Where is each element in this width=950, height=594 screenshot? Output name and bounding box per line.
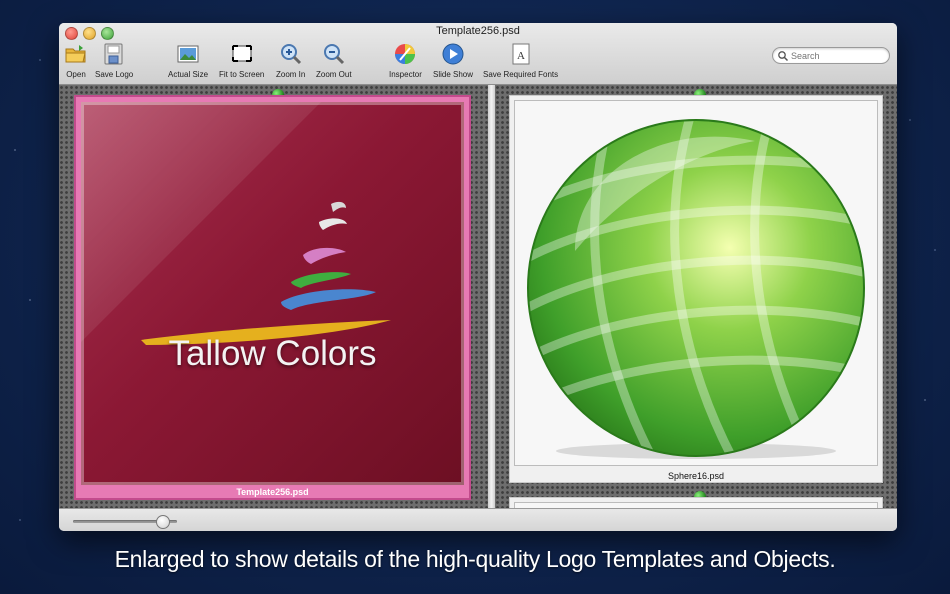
- object-filename: Sphere16.psd: [667, 471, 725, 481]
- zoom-in-button[interactable]: Zoom In: [276, 42, 305, 79]
- window-title: Template256.psd: [436, 25, 520, 37]
- zoom-out-button[interactable]: Zoom Out: [316, 42, 352, 79]
- sphere-object-preview: [514, 100, 878, 466]
- play-icon: [442, 43, 464, 65]
- save-required-fonts-button[interactable]: A Save Required Fonts: [483, 42, 558, 79]
- fit-to-screen-button[interactable]: Fit to Screen: [219, 42, 264, 79]
- green-sphere-image: [527, 119, 865, 459]
- toolbar: Open Save Logo Actual Size Fit to Screen…: [59, 42, 897, 82]
- logo-title-text: Tallow Colors: [168, 334, 377, 373]
- search-input[interactable]: [789, 50, 883, 61]
- promo-caption: Enlarged to show details of the high-qua…: [114, 546, 836, 572]
- zoom-slider[interactable]: [73, 515, 177, 529]
- slide-show-button[interactable]: Slide Show: [433, 42, 473, 79]
- ribbon-logo-icon: [141, 201, 391, 345]
- zoom-out-icon: [323, 44, 344, 65]
- title-bar: Template256.psd Open Save Logo Actual Si…: [59, 23, 897, 85]
- bottom-bar: [59, 508, 897, 531]
- search-icon: [778, 50, 789, 61]
- open-button[interactable]: Open: [64, 42, 88, 79]
- search-field[interactable]: [772, 47, 890, 64]
- zoom-slider-knob[interactable]: [155, 515, 170, 529]
- svg-text:A: A: [517, 50, 525, 62]
- right-preview-pane[interactable]: Sphere16.psd: [495, 85, 897, 517]
- actual-size-button[interactable]: Actual Size: [168, 42, 208, 79]
- left-preview-pane[interactable]: Tallow Colors Template256.psd: [59, 85, 488, 508]
- color-wheel-icon: [395, 44, 416, 64]
- folder-icon: [65, 45, 86, 63]
- split-view-divider[interactable]: [488, 85, 495, 508]
- template-card[interactable]: Tallow Colors Template256.psd: [74, 95, 471, 500]
- inspector-button[interactable]: Inspector: [389, 42, 422, 79]
- template-filename: Template256.psd: [236, 487, 309, 497]
- font-document-icon: A: [512, 43, 530, 65]
- app-window: Template256.psd Open Save Logo Actual Si…: [59, 23, 897, 531]
- logo-template-preview: Tallow Colors: [81, 102, 464, 485]
- object-card[interactable]: Sphere16.psd: [509, 95, 883, 483]
- browser-content: Tallow Colors Template256.psd Sphere16.p…: [59, 85, 897, 517]
- fit-screen-icon: [231, 45, 252, 62]
- actual-size-icon: [177, 45, 199, 63]
- save-logo-button[interactable]: Save Logo: [95, 42, 133, 79]
- zoom-in-icon: [280, 44, 301, 65]
- save-disk-icon: [104, 43, 123, 65]
